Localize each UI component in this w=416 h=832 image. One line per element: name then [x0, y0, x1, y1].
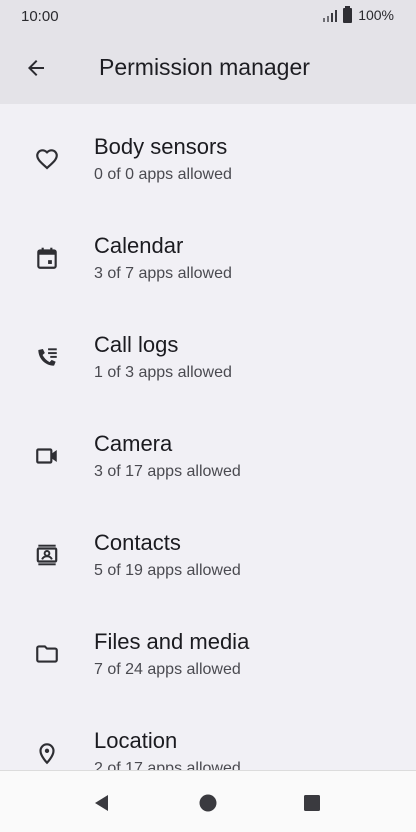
permission-item-camera[interactable]: Camera 3 of 17 apps allowed	[0, 401, 416, 500]
status-time: 10:00	[21, 8, 59, 25]
square-recents-icon	[304, 795, 320, 811]
signal-icon	[323, 8, 338, 22]
permission-item-files-and-media[interactable]: Files and media 7 of 24 apps allowed	[0, 599, 416, 698]
triangle-back-icon	[95, 795, 108, 811]
permission-subtitle: 1 of 3 apps allowed	[94, 364, 232, 381]
back-button[interactable]	[16, 48, 56, 88]
permission-item-calendar[interactable]: Calendar 3 of 7 apps allowed	[0, 203, 416, 302]
navigation-bar	[0, 770, 416, 832]
battery-percent: 100%	[358, 7, 394, 23]
circle-home-icon	[199, 794, 217, 812]
status-icons: 100%	[323, 5, 394, 23]
permission-subtitle: 3 of 17 apps allowed	[94, 463, 241, 480]
location-icon	[33, 739, 61, 767]
permission-item-call-logs[interactable]: Call logs 1 of 3 apps allowed	[0, 302, 416, 401]
phone-screen: 10:00 100% Permission manager Body senso…	[0, 0, 416, 832]
nav-recents-button[interactable]	[298, 789, 326, 817]
permission-subtitle: 5 of 19 apps allowed	[94, 562, 241, 579]
page-title: Permission manager	[99, 54, 310, 80]
permission-item-body-sensors[interactable]: Body sensors 0 of 0 apps allowed	[0, 104, 416, 203]
permission-title: Calendar	[94, 233, 184, 258]
app-bar: Permission manager	[0, 34, 416, 104]
permission-title: Call logs	[94, 332, 179, 357]
permission-title: Location	[94, 728, 178, 753]
permission-item-contacts[interactable]: Contacts 5 of 19 apps allowed	[0, 500, 416, 599]
header: 10:00 100% Permission manager	[0, 0, 416, 104]
permission-subtitle: 0 of 0 apps allowed	[94, 166, 232, 183]
folder-icon	[33, 640, 61, 668]
nav-back-button[interactable]	[88, 789, 116, 817]
permission-list: Body sensors 0 of 0 apps allowed Calenda…	[0, 104, 416, 770]
call-log-icon	[33, 343, 61, 371]
permission-item-location[interactable]: Location 2 of 17 apps allowed	[0, 698, 416, 770]
contacts-icon	[33, 541, 61, 569]
permission-subtitle: 3 of 7 apps allowed	[94, 265, 232, 282]
nav-home-button[interactable]	[194, 789, 222, 817]
permission-title: Camera	[94, 431, 173, 456]
calendar-icon	[33, 244, 61, 272]
permission-title: Contacts	[94, 530, 181, 555]
permission-title: Files and media	[94, 629, 250, 654]
heart-icon	[33, 145, 61, 173]
battery-icon	[343, 5, 353, 23]
permission-subtitle: 7 of 24 apps allowed	[94, 661, 241, 678]
camera-icon	[33, 442, 61, 470]
arrow-back-icon	[28, 60, 44, 76]
status-bar: 10:00 100%	[0, 0, 416, 34]
permission-title: Body sensors	[94, 134, 228, 159]
permission-subtitle: 2 of 17 apps allowed	[94, 760, 241, 770]
